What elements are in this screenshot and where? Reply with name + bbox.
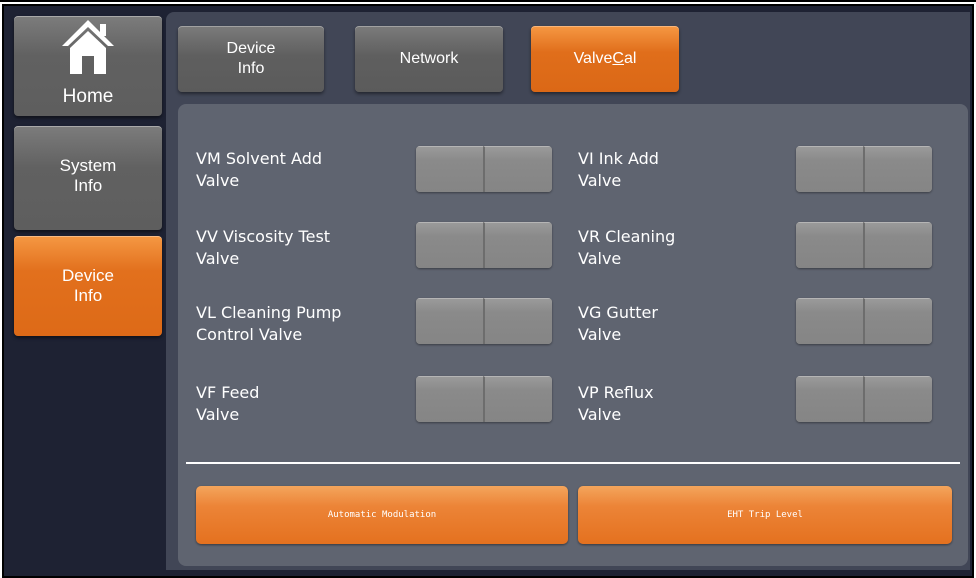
system-info-line1: System [59, 156, 117, 175]
tab-valvecal-label: ValveCal [574, 49, 637, 69]
valve-label-line2: Valve [578, 171, 622, 190]
valve-toggle-vr[interactable] [796, 222, 932, 268]
valve-label-line2: Valve [196, 405, 240, 424]
valve-label-line1: VL Cleaning Pump [196, 303, 342, 322]
valve-toggle-vv[interactable] [416, 222, 552, 268]
tab-device-info-line1: Device [226, 40, 276, 57]
tab-device-info-label: Device Info [227, 39, 276, 79]
valve-label-vp: VP Reflux Valve [578, 382, 654, 426]
tab-valvecal[interactable]: ValveCal [531, 26, 679, 92]
toggle-on-segment[interactable] [863, 146, 932, 192]
valve-toggle-vf[interactable] [416, 376, 552, 422]
valve-label-vl: VL Cleaning Pump Control Valve [196, 302, 341, 346]
tab-device-info-line2: Info [237, 60, 265, 77]
valve-label-vv: VV Viscosity Test Valve [196, 226, 330, 270]
device-info-line1: Device [62, 266, 114, 285]
valve-label-line1: VI Ink Add [578, 149, 659, 168]
toggle-on-segment[interactable] [863, 298, 932, 344]
toggle-on-segment[interactable] [483, 222, 552, 268]
automatic-modulation-button[interactable]: Automatic Modulation [196, 486, 568, 544]
valve-label-line1: VF Feed [196, 383, 260, 402]
toggle-on-segment[interactable] [863, 376, 932, 422]
toggle-off-segment[interactable] [796, 298, 863, 344]
valve-label-vr: VR Cleaning Valve [578, 226, 675, 270]
valve-label-line2: Control Valve [196, 325, 303, 344]
valve-label-line1: VV Viscosity Test [196, 227, 331, 246]
valve-label-line2: Valve [578, 249, 622, 268]
toggle-off-segment[interactable] [416, 222, 483, 268]
valve-label-line1: VP Reflux [578, 383, 654, 402]
system-info-label: System Info [14, 156, 162, 196]
valve-toggle-vg[interactable] [796, 298, 932, 344]
eht-trip-level-button[interactable]: EHT Trip Level [578, 486, 952, 544]
toggle-off-segment[interactable] [796, 146, 863, 192]
tab-valvecal-prefix: Valve [573, 50, 613, 67]
tab-device-info[interactable]: Device Info [178, 26, 324, 92]
valve-toggle-vp[interactable] [796, 376, 932, 422]
toggle-on-segment[interactable] [483, 146, 552, 192]
valve-label-line2: Valve [196, 249, 240, 268]
toggle-on-segment[interactable] [483, 376, 552, 422]
valve-toggle-vi[interactable] [796, 146, 932, 192]
toggle-on-segment[interactable] [483, 298, 552, 344]
tab-valvecal-suffix: al [623, 50, 637, 67]
toggle-off-segment[interactable] [796, 222, 863, 268]
system-info-line2: Info [73, 176, 103, 195]
valve-label-line1: VR Cleaning [578, 227, 676, 246]
tab-network-label: Network [399, 50, 459, 67]
valve-label-vg: VG Gutter Valve [578, 302, 658, 346]
valve-label-line2: Valve [578, 405, 622, 424]
valve-label-vm: VM Solvent Add Valve [196, 148, 322, 192]
valve-toggle-vl[interactable] [416, 298, 552, 344]
house-icon [62, 20, 114, 74]
device-info-line2: Info [73, 286, 103, 305]
automatic-modulation-label: Automatic Modulation [327, 510, 437, 520]
valve-label-vi: VI Ink Add Valve [578, 148, 659, 192]
toggle-off-segment[interactable] [416, 298, 483, 344]
toggle-off-segment[interactable] [416, 146, 483, 192]
device-info-label: Device Info [14, 266, 162, 306]
valve-label-line1: VG Gutter [578, 303, 658, 322]
eht-trip-level-label: EHT Trip Level [727, 510, 803, 520]
valve-label-line2: Valve [578, 325, 622, 344]
valve-toggle-vm[interactable] [416, 146, 552, 192]
sidebar-device-info-button[interactable]: Device Info [14, 236, 162, 336]
panel-divider [186, 462, 960, 464]
home-label: Home [62, 86, 114, 107]
valve-label-line2: Valve [196, 171, 240, 190]
tab-network[interactable]: Network [355, 26, 503, 92]
toggle-off-segment[interactable] [416, 376, 483, 422]
toggle-off-segment[interactable] [796, 376, 863, 422]
tab-valvecal-mnemonic: C [612, 50, 624, 67]
valve-label-vf: VF Feed Valve [196, 382, 259, 426]
sidebar-system-info-button[interactable]: System Info [14, 126, 162, 230]
top-border [0, 0, 976, 2]
toggle-on-segment[interactable] [863, 222, 932, 268]
valve-label-line1: VM Solvent Add [196, 149, 323, 168]
sidebar-home-button[interactable]: Home [14, 16, 162, 116]
